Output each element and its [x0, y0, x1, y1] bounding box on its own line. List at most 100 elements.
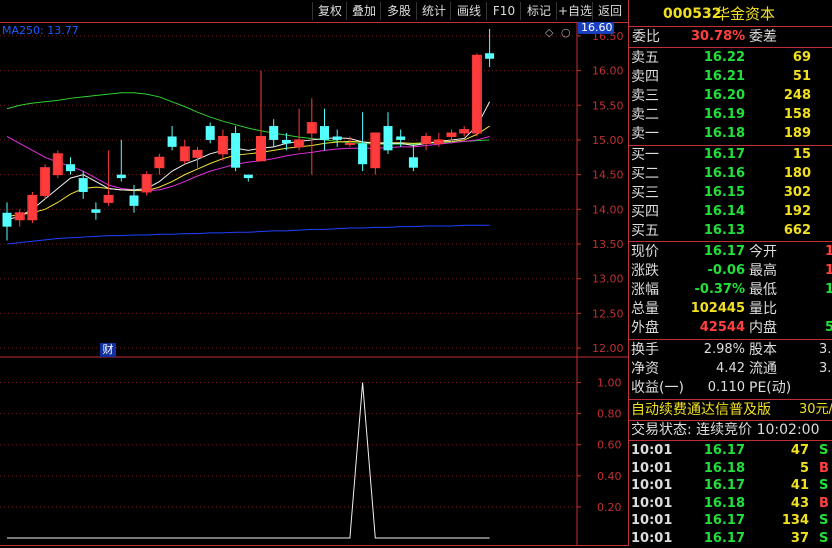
stat-value: 2.98% [703, 342, 745, 357]
sell-order-row[interactable]: 卖三 16.20 248 [629, 87, 832, 105]
sell-order-row[interactable]: 卖五 16.22 69 [629, 49, 832, 67]
stat-row[interactable]: 换手 2.98% 股本 3. [629, 341, 832, 359]
order-price: 16.15 [703, 185, 745, 200]
kline-chart[interactable]: 16.5016.0015.5015.0014.5014.0013.5013.00… [0, 22, 628, 546]
candle-body-down [358, 143, 368, 165]
stat-value-2: 3. [819, 342, 832, 357]
order-price: 16.18 [703, 126, 745, 141]
tick-time: 10:01 [631, 513, 673, 528]
financial-report-marker[interactable]: 财 [100, 343, 116, 357]
ad-banner[interactable]: 自动续费通达信普及版 30元/ [629, 401, 832, 419]
tick-row[interactable]: 10:01 16.17 37 S [629, 530, 832, 548]
circle-icon[interactable]: ○ [561, 26, 571, 39]
ma250-label: MA250: 13.77 [2, 24, 79, 37]
tick-side: B [819, 495, 829, 511]
stat-row[interactable]: 净资 4.42 流通 3. [629, 360, 832, 378]
quote-row[interactable]: 涨幅 -0.37% 最低 1 [629, 281, 832, 299]
candle-body-down [281, 139, 291, 144]
order-volume: 248 [783, 88, 811, 103]
stat-value: 4.42 [716, 361, 745, 376]
tick-price: 16.17 [703, 478, 745, 493]
price-tick-label: 14.00 [592, 203, 624, 216]
order-volume: 662 [783, 223, 811, 238]
toolbar-button-statistics[interactable]: 统计 [416, 2, 451, 20]
stock-header: 000532 华金资本 [629, 5, 832, 25]
price-tick-label: 12.50 [592, 307, 624, 320]
order-price: 16.14 [703, 204, 745, 219]
candle-body-up-fill [155, 157, 164, 168]
stat-value: 0.110 [707, 380, 745, 395]
quote-label-2: 最低 [749, 282, 777, 298]
weibi-row: 委比 30.78% 委差 [629, 28, 832, 46]
candle-body-down [320, 126, 329, 140]
candle-body-up-fill [460, 129, 469, 133]
quote-value: 16.17 [703, 244, 745, 259]
tick-row[interactable]: 10:01 16.18 43 B [629, 495, 832, 513]
quote-label-2: 最高 [749, 263, 777, 279]
stat-row[interactable]: 收益(一) 0.110 PE(动) [629, 379, 832, 397]
quote-row[interactable]: 涨跌 -0.06 最高 1 [629, 262, 832, 280]
candle-body-down [205, 126, 215, 140]
weicha-label: 委差 [749, 29, 777, 45]
toolbar-button-restore-rights[interactable]: 复权 [312, 2, 347, 20]
tick-price: 16.18 [703, 495, 745, 511]
indicator-line [7, 382, 490, 539]
trade-status: 交易状态: 连续竞价 10:02:00 [629, 421, 832, 439]
candle-body-up-fill [28, 195, 37, 220]
order-price: 16.13 [703, 223, 745, 238]
candle-body-up-fill [104, 195, 113, 203]
price-tick-label: 13.00 [592, 273, 624, 286]
order-price: 16.19 [703, 107, 745, 122]
tick-row[interactable]: 10:01 16.17 47 S [629, 442, 832, 460]
order-volume: 302 [783, 185, 811, 200]
quote-row[interactable]: 外盘 42544 内盘 59 [629, 319, 832, 337]
toolbar-button-back[interactable]: 返回 [592, 2, 627, 20]
tick-row[interactable]: 10:01 16.17 134 S [629, 512, 832, 530]
toolbar-button-multi-stock[interactable]: 多股 [380, 2, 417, 20]
order-level-label: 卖五 [631, 50, 659, 66]
ad-text: 自动续费通达信普及版 [631, 402, 771, 418]
candle-body-down [231, 133, 241, 168]
tick-volume: 37 [790, 530, 809, 546]
ad-price: 30元/ [799, 402, 832, 417]
indicator-tick-label: 0.80 [597, 408, 622, 421]
sell-order-row[interactable]: 卖二 16.19 158 [629, 106, 832, 124]
buy-order-row[interactable]: 买三 16.15 302 [629, 184, 832, 202]
stat-label: 换手 [631, 342, 659, 358]
toolbar-button-f10[interactable]: F10 [486, 2, 521, 20]
toolbar-button-add-favorite[interactable]: +自选 [556, 2, 593, 20]
order-volume: 192 [783, 204, 811, 219]
indicator-tick-label: 0.40 [597, 470, 622, 483]
quote-value-2: 1 [825, 282, 832, 297]
buy-order-row[interactable]: 买二 16.16 180 [629, 165, 832, 183]
buy-order-row[interactable]: 买五 16.13 662 [629, 222, 832, 240]
quote-row[interactable]: 总量 102445 量比 [629, 300, 832, 318]
price-tick-label: 15.00 [592, 134, 624, 147]
tick-side: S [819, 513, 829, 528]
quote-row[interactable]: 现价 16.17 今开 1 [629, 243, 832, 261]
order-level-label: 卖三 [631, 88, 659, 104]
candle-body-down [129, 195, 139, 206]
stock-name: 华金资本 [715, 5, 776, 23]
sell-order-row[interactable]: 卖四 16.21 51 [629, 68, 832, 86]
toolbar-button-overlay[interactable]: 叠加 [346, 2, 381, 20]
candle-body-up-fill [180, 146, 189, 161]
quote-label: 总量 [631, 301, 659, 317]
buy-order-row[interactable]: 买一 16.17 15 [629, 146, 832, 164]
candle-body-up-fill [142, 174, 151, 192]
tick-row[interactable]: 10:01 16.18 5 B [629, 460, 832, 478]
sell-order-row[interactable]: 卖一 16.18 189 [629, 125, 832, 143]
buy-order-row[interactable]: 买四 16.14 192 [629, 203, 832, 221]
candle-body-up-fill [307, 122, 316, 133]
price-tick-label: 13.50 [592, 238, 624, 251]
quote-label-2: 内盘 [749, 320, 777, 336]
order-volume: 180 [783, 166, 811, 181]
tick-volume: 47 [790, 443, 809, 458]
tick-price: 16.18 [703, 460, 745, 476]
candle-body-up-fill [41, 167, 50, 196]
toolbar-button-mark[interactable]: 标记 [520, 2, 557, 20]
toolbar-button-draw-line[interactable]: 画线 [450, 2, 487, 20]
diamond-icon[interactable]: ◇ [545, 26, 553, 39]
tick-row[interactable]: 10:01 16.17 41 S [629, 477, 832, 495]
candle-body-down [269, 126, 279, 140]
